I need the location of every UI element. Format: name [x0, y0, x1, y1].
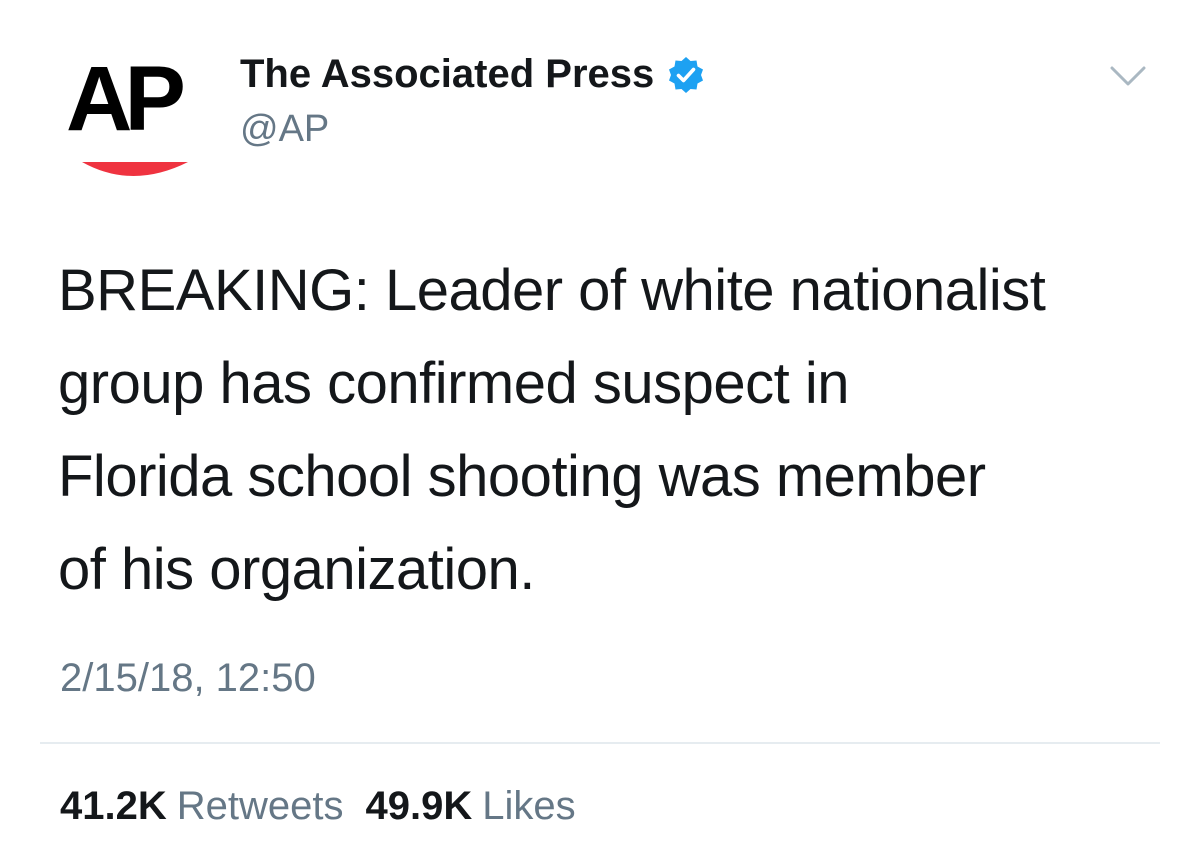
divider — [40, 742, 1160, 744]
retweets-count: 41.2K — [60, 784, 167, 828]
likes-label: Likes — [482, 784, 576, 828]
retweets-label: Retweets — [176, 784, 344, 828]
tweet-timestamp[interactable]: 2/15/18, 12:50 — [60, 656, 316, 701]
tweet-stats: 41.2K Retweets 49.9K Likes — [60, 784, 576, 829]
ap-logo: AP — [66, 48, 191, 176]
likes-count: 49.9K — [365, 784, 473, 828]
svg-text:AP: AP — [66, 48, 183, 150]
display-name[interactable]: The Associated Press — [240, 52, 706, 97]
user-handle[interactable]: @AP — [240, 108, 329, 151]
likes-stat[interactable]: 49.9K Likes — [366, 784, 576, 829]
verified-badge-icon — [666, 55, 706, 95]
tweet-text: BREAKING: Leader of white nationalist gr… — [58, 258, 1046, 602]
display-name-text[interactable]: The Associated Press — [240, 52, 654, 97]
chevron-down-icon[interactable] — [1108, 62, 1148, 90]
retweets-stat[interactable]: 41.2K Retweets — [60, 784, 344, 829]
avatar[interactable]: AP — [60, 40, 210, 190]
